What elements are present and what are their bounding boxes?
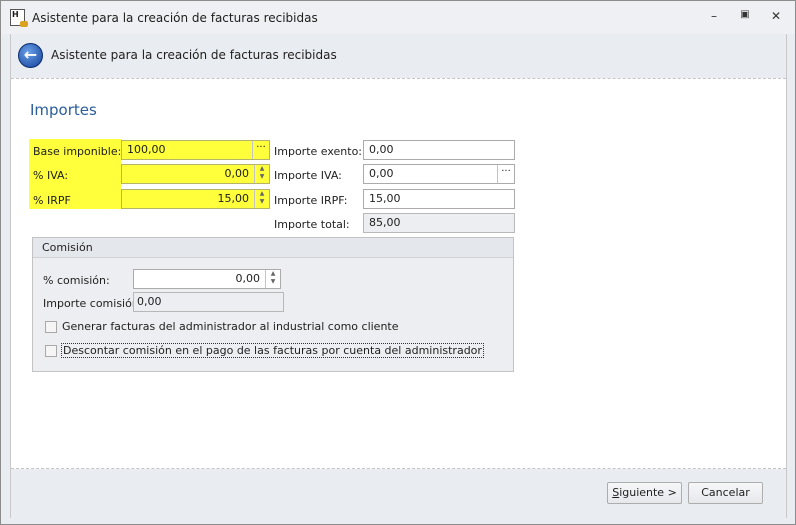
irpf-pct-label: % IRPF	[33, 194, 71, 207]
comision-pct-label: % comisión:	[43, 274, 110, 287]
back-arrow-icon[interactable]: ←	[18, 43, 43, 68]
cancel-button[interactable]: Cancelar	[688, 482, 763, 504]
app-icon: H	[10, 9, 28, 27]
importe-comision-label: Importe comisión:	[43, 297, 143, 310]
iva-pct-label: % IVA:	[33, 169, 69, 182]
generar-facturas-checkbox[interactable]	[45, 321, 57, 333]
close-button[interactable]: ✕	[767, 9, 785, 25]
spin-button[interactable]: ▲ ▼	[265, 270, 280, 288]
iva-pct-value: 0,00	[224, 167, 250, 180]
iva-pct-input[interactable]: 0,00 ▲ ▼	[121, 164, 270, 184]
ellipsis-button[interactable]: ···	[497, 165, 514, 183]
wizard-footer: Siguiente > Cancelar	[11, 469, 786, 518]
comision-pct-value: 0,00	[235, 272, 261, 285]
comision-group: Comisión % comisión: 0,00 ▲ ▼ Importe comi…	[32, 237, 514, 372]
wizard-window: H Asistente para la creación de facturas…	[0, 0, 796, 525]
base-imponible-value: 100,00	[127, 143, 166, 156]
spin-button[interactable]: ▲ ▼	[254, 190, 269, 208]
importe-exento-label: Importe exento:	[274, 145, 363, 158]
restore-button[interactable]: ▣	[736, 9, 754, 25]
irpf-pct-value: 15,00	[217, 192, 250, 205]
generar-facturas-label[interactable]: Generar facturas del administrador al in…	[62, 320, 399, 333]
descontar-comision-label[interactable]: Descontar comisión en el pago de las fac…	[61, 343, 484, 358]
irpf-pct-input[interactable]: 15,00 ▲ ▼	[121, 189, 270, 209]
importe-total-label: Importe total:	[274, 218, 350, 231]
wizard-title: Asistente para la creación de facturas r…	[51, 48, 337, 62]
next-label: iguiente >	[619, 486, 677, 499]
app-icon-letter: H	[12, 10, 19, 19]
importe-irpf-input[interactable]: 15,00	[363, 189, 515, 209]
base-imponible-label: Base imponible:	[33, 145, 122, 158]
title-bar: H Asistente para la creación de facturas…	[1, 1, 795, 34]
next-button[interactable]: Siguiente >	[607, 482, 682, 504]
wizard-content: Importes Base imponible: 100,00 ··· % IVA…	[11, 78, 786, 469]
ellipsis-button[interactable]: ···	[252, 141, 269, 159]
spin-button[interactable]: ▲ ▼	[254, 165, 269, 183]
importe-total-field: 85,00	[363, 213, 515, 233]
descontar-comision-checkbox[interactable]	[45, 345, 57, 357]
wizard-header: ← Asistente para la creación de facturas…	[11, 34, 786, 78]
section-title: Importes	[30, 101, 97, 119]
base-imponible-input[interactable]: 100,00 ···	[121, 140, 270, 160]
importe-exento-input[interactable]: 0,00	[363, 140, 515, 160]
importe-irpf-label: Importe IRPF:	[274, 194, 348, 207]
window-title: Asistente para la creación de facturas r…	[32, 11, 318, 25]
importe-iva-input[interactable]: 0,00 ···	[363, 164, 515, 184]
minimize-button[interactable]: –	[705, 9, 723, 25]
importe-comision-field: 0,00	[133, 292, 284, 312]
importe-iva-value: 0,00	[369, 167, 394, 180]
importe-iva-label: Importe IVA:	[274, 169, 342, 182]
comision-pct-input[interactable]: 0,00 ▲ ▼	[133, 269, 281, 289]
comision-group-title: Comisión	[33, 238, 513, 258]
